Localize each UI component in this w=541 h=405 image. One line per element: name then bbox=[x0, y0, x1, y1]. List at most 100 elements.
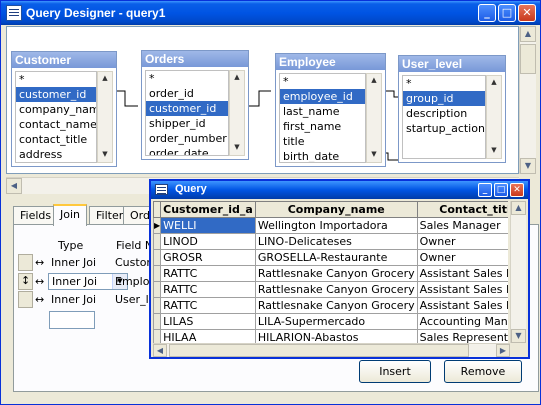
minimize-button[interactable]: _ bbox=[478, 4, 496, 22]
grid-cell[interactable]: Sales Representative bbox=[416, 329, 508, 343]
field-list[interactable]: * employee_id last_name first_name title… bbox=[279, 73, 366, 163]
join-row[interactable]: ↔ Inner Joi User_le bbox=[18, 291, 155, 308]
grid-cell[interactable]: Wellington Importadora bbox=[254, 217, 418, 234]
row-indicator[interactable] bbox=[153, 233, 162, 250]
row-indicator[interactable] bbox=[153, 281, 162, 298]
column-header[interactable]: Customer_id_a bbox=[160, 201, 256, 218]
column-header[interactable]: Company_name bbox=[254, 201, 418, 218]
table-row[interactable]: RATTC Rattlesnake Canyon Grocery Assistant… bbox=[153, 281, 508, 298]
scroll-up-arrow-icon[interactable]: ▲ bbox=[511, 201, 526, 215]
join-type[interactable]: Inner Joi bbox=[51, 256, 96, 269]
field-item[interactable]: * bbox=[403, 76, 485, 91]
grid-cell[interactable]: RATTC bbox=[160, 265, 256, 282]
tab-join[interactable]: Join bbox=[53, 204, 88, 226]
minimize-button[interactable]: _ bbox=[478, 183, 492, 197]
scroll-up-arrow-icon[interactable]: ▲ bbox=[230, 71, 244, 85]
table-box-user-level[interactable]: User_level * group_id description startu… bbox=[398, 55, 506, 163]
grid-cell[interactable]: GROSR bbox=[160, 249, 256, 266]
maximize-button[interactable]: □ bbox=[498, 4, 516, 22]
close-button[interactable]: ✕ bbox=[518, 4, 536, 22]
field-item[interactable]: first_name bbox=[280, 119, 365, 134]
table-row[interactable]: LINOD LINO-Delicateses Owner bbox=[153, 233, 508, 250]
field-item[interactable]: last_name bbox=[280, 104, 365, 119]
row-selector[interactable] bbox=[18, 254, 33, 271]
grid-cell[interactable]: Assistant Sales Repre bbox=[416, 281, 508, 298]
field-item[interactable]: customer_id bbox=[16, 87, 96, 102]
maximize-button[interactable]: □ bbox=[494, 183, 508, 197]
grid-cell[interactable]: Rattlesnake Canyon Grocery bbox=[254, 297, 418, 314]
grid-cell[interactable]: Assistant Sales Repre bbox=[416, 265, 508, 282]
table-scrollbar[interactable]: ▲ ▼ bbox=[97, 71, 113, 163]
grid-cell[interactable]: WELLI bbox=[160, 217, 256, 234]
row-indicator[interactable] bbox=[153, 249, 162, 266]
grid-cell[interactable]: GROSELLA-Restaurante bbox=[254, 249, 418, 266]
diagram-vertical-scrollbar[interactable]: ▲ ▼ bbox=[519, 26, 536, 174]
field-item[interactable]: * bbox=[16, 72, 96, 87]
query-result-window[interactable]: Query _ □ ✕ Customer_id_a Company_name C… bbox=[149, 179, 530, 359]
scrollbar-thumb[interactable] bbox=[520, 44, 536, 74]
grid-cell[interactable]: Owner bbox=[416, 233, 508, 250]
table-row[interactable]: LILASLILA-SupermercadoAccounting Manager bbox=[153, 313, 508, 330]
field-item[interactable]: shipper_id bbox=[146, 116, 228, 131]
scroll-left-arrow-icon[interactable]: ◀ bbox=[153, 344, 167, 357]
scroll-down-arrow-icon[interactable]: ▼ bbox=[520, 158, 536, 174]
title-bar[interactable]: Query Designer - query1 _ □ ✕ bbox=[1, 1, 540, 25]
field-item[interactable]: order_number bbox=[146, 131, 228, 146]
close-button[interactable]: ✕ bbox=[510, 183, 524, 197]
field-list[interactable]: * customer_id company_name contact_name … bbox=[15, 71, 97, 163]
field-item[interactable]: contact_title bbox=[16, 132, 96, 147]
grid-cell[interactable]: Accounting Manager bbox=[416, 313, 508, 330]
row-selector[interactable] bbox=[18, 291, 33, 308]
field-item[interactable]: group_id bbox=[403, 91, 485, 106]
table-row[interactable]: GROSR GROSELLA-Restaurante Owner bbox=[153, 249, 508, 266]
table-box-orders[interactable]: Orders * order_id customer_id shipper_id… bbox=[141, 50, 249, 160]
insert-button[interactable]: Insert bbox=[359, 360, 431, 383]
table-row[interactable]: HILAAHILARION-AbastosSales Representativ… bbox=[153, 329, 508, 343]
grid-cell[interactable]: RATTC bbox=[160, 281, 256, 298]
row-indicator[interactable] bbox=[153, 297, 162, 314]
scroll-up-arrow-icon[interactable]: ▲ bbox=[98, 72, 112, 86]
field-item[interactable]: title bbox=[280, 134, 365, 149]
grid-cell[interactable]: Rattlesnake Canyon Grocery bbox=[254, 265, 418, 282]
join-row[interactable]: ↔ Inner Joi Custom bbox=[18, 254, 157, 271]
field-item[interactable]: company_name bbox=[16, 102, 96, 117]
field-item[interactable]: birth_date bbox=[280, 149, 365, 162]
grid-cell[interactable]: LINO-Delicateses bbox=[254, 233, 418, 250]
row-indicator[interactable] bbox=[153, 265, 162, 282]
grid-cell[interactable]: Sales Manager bbox=[416, 217, 508, 234]
column-header[interactable]: Contact_title bbox=[416, 201, 508, 218]
remove-button[interactable]: Remove bbox=[444, 360, 522, 383]
field-item[interactable]: order_date bbox=[146, 146, 228, 155]
table-row[interactable]: RATTC Rattlesnake Canyon Grocery Assistant… bbox=[153, 265, 508, 282]
diagram-pane[interactable]: Customer * customer_id company_name cont… bbox=[6, 26, 519, 174]
grid-cell[interactable]: LINOD bbox=[160, 233, 256, 250]
field-item[interactable]: city bbox=[16, 162, 96, 163]
table-scrollbar[interactable]: ▲ ▼ bbox=[366, 73, 382, 163]
query-title-bar[interactable]: Query _ □ ✕ bbox=[151, 181, 528, 199]
table-box-employee[interactable]: Employee * employee_id last_name first_n… bbox=[275, 53, 386, 167]
scroll-down-arrow-icon[interactable]: ▼ bbox=[367, 148, 381, 162]
scroll-down-arrow-icon[interactable]: ▼ bbox=[511, 329, 526, 343]
field-item[interactable]: address bbox=[16, 147, 96, 162]
scrollbar-thumb[interactable] bbox=[169, 344, 469, 357]
grid-cell[interactable]: HILAA bbox=[160, 329, 256, 343]
grid-cell[interactable]: LILA-Supermercado bbox=[254, 313, 418, 330]
join-type[interactable]: Inner Joi bbox=[51, 293, 96, 306]
field-item[interactable]: description bbox=[403, 106, 485, 121]
scroll-down-arrow-icon[interactable]: ▼ bbox=[487, 144, 501, 158]
table-scrollbar[interactable]: ▲ ▼ bbox=[486, 75, 502, 159]
field-item[interactable]: employee_id bbox=[280, 89, 365, 104]
field-item[interactable]: startup_action bbox=[403, 121, 485, 136]
scroll-up-arrow-icon[interactable]: ▲ bbox=[487, 76, 501, 90]
join-row[interactable]: ↔ Inner Joi ▼ Employ bbox=[18, 273, 156, 290]
grid-cell[interactable]: Rattlesnake Canyon Grocery bbox=[254, 281, 418, 298]
row-selector[interactable] bbox=[18, 273, 33, 290]
scroll-up-arrow-icon[interactable]: ▲ bbox=[520, 26, 536, 42]
grid-cell[interactable]: HILARION-Abastos bbox=[254, 329, 418, 343]
grid-cell[interactable]: RATTC bbox=[160, 297, 256, 314]
result-vertical-scrollbar[interactable]: ▲ ▼ bbox=[510, 201, 526, 343]
field-list[interactable]: * order_id customer_id shipper_id order_… bbox=[145, 70, 229, 156]
row-indicator[interactable] bbox=[153, 313, 162, 330]
field-item[interactable]: contact_name bbox=[16, 117, 96, 132]
field-list[interactable]: * group_id description startup_action bbox=[402, 75, 486, 159]
